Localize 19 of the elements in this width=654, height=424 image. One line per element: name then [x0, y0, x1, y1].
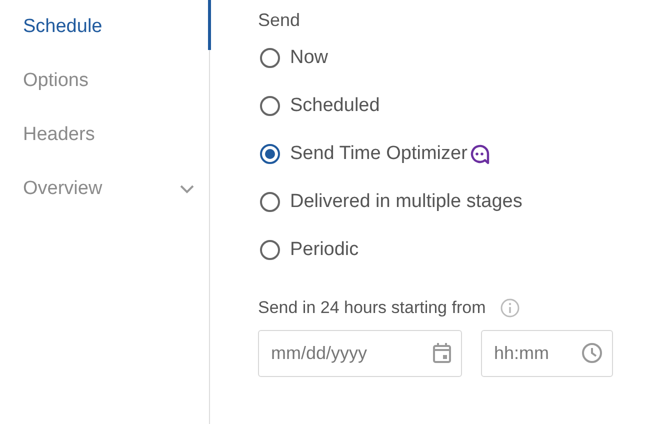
radio-button[interactable] — [260, 96, 280, 116]
field-label: Send in 24 hours starting from — [258, 298, 486, 318]
date-field[interactable]: mm/dd/yyyy — [258, 330, 462, 377]
chevron-down-icon — [179, 184, 195, 194]
calendar-icon[interactable] — [432, 342, 452, 364]
radio-label[interactable]: Scheduled — [290, 95, 380, 117]
clock-icon[interactable] — [581, 342, 603, 364]
radio-label[interactable]: Delivered in multiple stages — [290, 191, 522, 213]
sidebar-item[interactable]: Schedule — [0, 0, 209, 54]
section-title: Send — [258, 10, 302, 32]
radio-label[interactable]: Now — [290, 47, 328, 69]
radio-button[interactable] — [260, 192, 280, 212]
chat-icon — [469, 143, 492, 165]
radio-button[interactable] — [260, 48, 280, 68]
radio-button[interactable] — [260, 240, 280, 260]
time-field[interactable]: hh:mm — [481, 330, 613, 377]
radio-label[interactable]: Send Time Optimizer — [290, 143, 468, 165]
radio-label[interactable]: Periodic — [290, 239, 359, 261]
radio-button[interactable] — [260, 144, 280, 164]
